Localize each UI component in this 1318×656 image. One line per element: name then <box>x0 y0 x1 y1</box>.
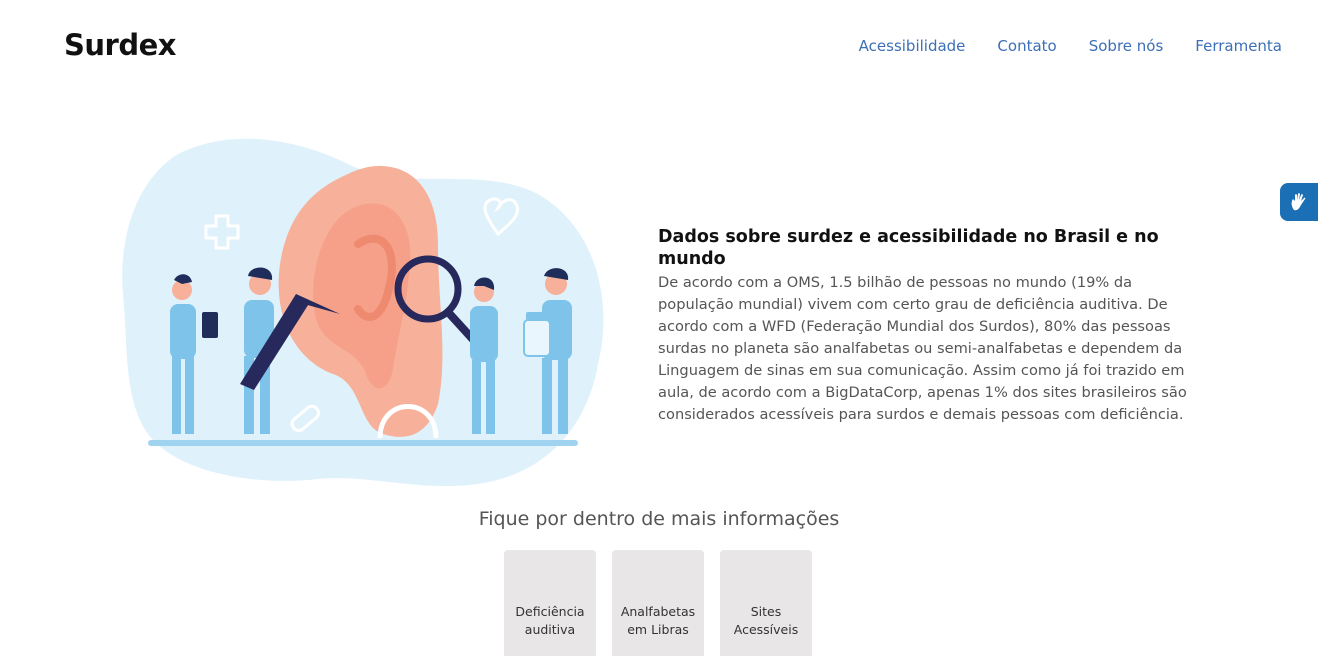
card-analfabetas-libras[interactable]: Analfabetas em Libras <box>612 550 704 656</box>
nav-link-contato[interactable]: Contato <box>997 37 1056 55</box>
hand-sign-icon <box>1291 193 1306 211</box>
card-deficiencia-auditiva[interactable]: Deficiência auditiva <box>504 550 596 656</box>
libras-accessibility-button[interactable] <box>1280 183 1318 221</box>
hero-text: Dados sobre surdez e acessibilidade no B… <box>658 226 1188 426</box>
card-label-line1: Deficiência <box>515 604 585 619</box>
card-label-line2: em Libras <box>627 622 689 637</box>
nav-link-sobre-nos[interactable]: Sobre nós <box>1089 37 1164 55</box>
hero-illustration <box>122 138 604 487</box>
card-label-line1: Analfabetas <box>620 604 696 619</box>
info-cards: Deficiência auditiva Analfabetas em Libr… <box>504 550 812 656</box>
more-info-title: Fique por dentro de mais informações <box>478 508 840 530</box>
hero-body: De acordo com a OMS, 1.5 bilhão de pesso… <box>658 274 1187 423</box>
card-label-line2: auditiva <box>524 622 576 637</box>
card-label-line2: Acessíveis <box>733 622 799 637</box>
main-nav: Acessibilidade Contato Sobre nós Ferrame… <box>859 37 1282 55</box>
brand-logo[interactable]: Surdex <box>64 28 176 62</box>
card-sites-acessiveis[interactable]: Sites Acessíveis <box>720 550 812 656</box>
nav-link-ferramenta[interactable]: Ferramenta <box>1195 37 1282 55</box>
hero-title: Dados sobre surdez e acessibilidade no B… <box>658 227 1159 269</box>
card-label-line1: Sites <box>750 604 782 619</box>
nav-link-acessibilidade[interactable]: Acessibilidade <box>859 37 966 55</box>
